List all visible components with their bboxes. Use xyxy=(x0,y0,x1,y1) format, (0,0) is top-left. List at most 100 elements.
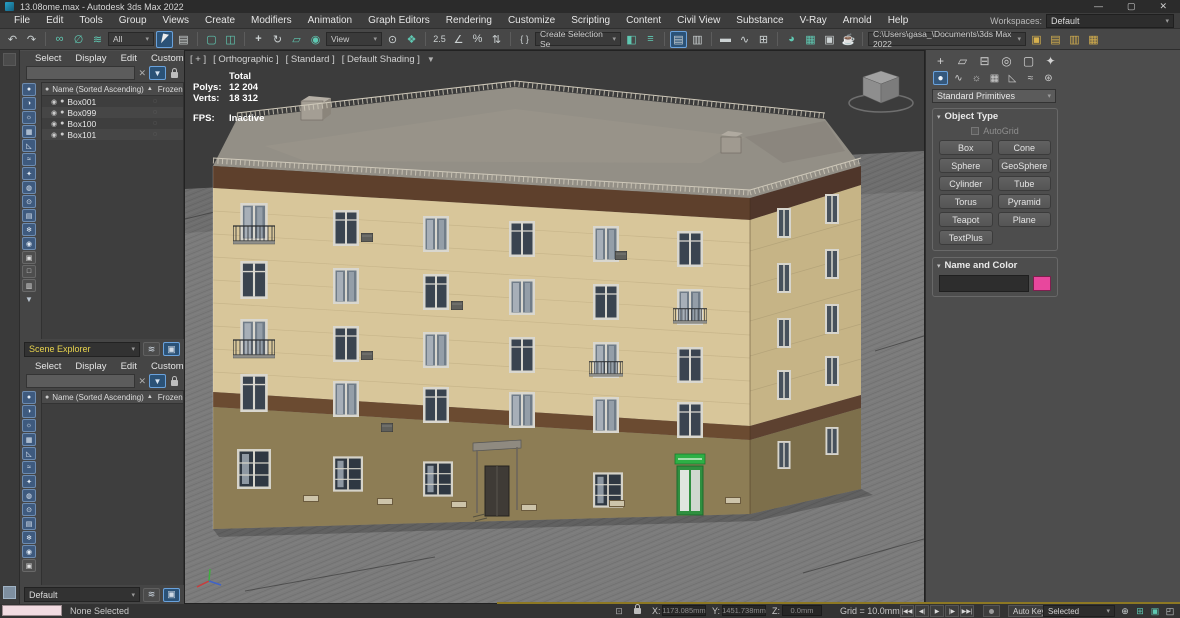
reference-coordinate-dropdown[interactable]: View ▾ xyxy=(326,32,382,46)
toggle-materials-icon[interactable]: □ xyxy=(22,265,36,278)
teapot-button[interactable]: Teapot xyxy=(939,212,993,227)
list-item[interactable]: ◉ ● Box100 ◌ xyxy=(42,118,183,129)
menu-group[interactable]: Group xyxy=(111,15,155,26)
rendered-frame-window-icon[interactable]: ▣ xyxy=(821,31,838,48)
frozen-column-header[interactable]: Frozen xyxy=(158,393,183,402)
explorer-pin-button[interactable]: ▣ xyxy=(163,587,180,602)
explorer-stack-icon[interactable]: ≋ xyxy=(143,342,160,356)
maxscript-mini-listener[interactable] xyxy=(2,605,62,616)
undo-icon[interactable]: ↶ xyxy=(4,31,21,48)
object-name[interactable]: Box001 xyxy=(67,97,96,107)
menu-substance[interactable]: Substance xyxy=(728,15,791,26)
tube-button[interactable]: Tube xyxy=(997,176,1051,191)
zoom-icon[interactable]: ⊕ xyxy=(1118,605,1132,617)
select-manipulate-icon[interactable]: ❖ xyxy=(403,31,420,48)
menu-file[interactable]: File xyxy=(6,15,38,26)
selection-lock-icon[interactable] xyxy=(630,604,644,617)
eye-icon[interactable]: ◉ xyxy=(51,120,57,128)
toggle-helpers-icon[interactable]: ◺ xyxy=(22,139,36,152)
menu-scripting[interactable]: Scripting xyxy=(563,15,618,26)
search-input[interactable] xyxy=(26,66,136,80)
dock-grip-icon[interactable] xyxy=(3,53,16,66)
textplus-button[interactable]: TextPlus xyxy=(939,230,993,245)
explorer-menu-edit[interactable]: Edit xyxy=(114,361,144,372)
category-shapes-icon[interactable]: ∿ xyxy=(951,71,966,85)
maximize-button[interactable]: ▢ xyxy=(1127,1,1136,12)
menu-customize[interactable]: Customize xyxy=(500,15,563,26)
toggle-lights-icon[interactable]: ☼ xyxy=(22,111,36,124)
maximize-viewport-toggle-icon[interactable]: ◰ xyxy=(1163,605,1177,617)
frozen-column-header[interactable]: Frozen xyxy=(158,85,183,94)
per-view-filter-icon[interactable]: ▼ xyxy=(427,55,435,64)
explorer-menu-select[interactable]: Select xyxy=(28,361,68,372)
viewport-menu-style[interactable]: [ Standard ] xyxy=(286,54,335,65)
project-folder-dropdown[interactable]: C:\Users\gasa_\Documents\3ds Max 2022 ▾ xyxy=(868,29,1026,49)
object-name-input[interactable] xyxy=(939,275,1029,292)
toggle-hidden-icon[interactable]: ◉ xyxy=(22,545,36,558)
explorer-menu-select[interactable]: Select xyxy=(28,53,68,64)
select-link-icon[interactable]: ∞ xyxy=(51,31,68,48)
explorer-menu-customize[interactable]: Customize xyxy=(144,361,184,372)
object-name[interactable]: Box101 xyxy=(67,130,96,140)
select-by-name-icon[interactable]: ▤ xyxy=(175,31,192,48)
toggle-frozen-icon[interactable]: ❄ xyxy=(22,223,36,236)
unlink-selection-icon[interactable]: ∅ xyxy=(70,31,87,48)
toggle-frozen-icon[interactable]: ❄ xyxy=(22,531,36,544)
list-item[interactable]: ◉ ● Box101 ◌ xyxy=(42,129,183,140)
select-place-icon[interactable]: ◉ xyxy=(307,31,324,48)
filter-button[interactable]: ▼ xyxy=(149,374,166,388)
list-item[interactable]: ◉ ● Box001 ◌ xyxy=(42,96,183,107)
filter-button[interactable]: ▼ xyxy=(149,66,166,80)
select-object-button[interactable] xyxy=(156,30,173,48)
selection-set-dropdown[interactable]: Selected ▾ xyxy=(1043,605,1115,617)
next-frame-button[interactable]: |▶ xyxy=(945,605,959,617)
frozen-state-icon[interactable]: ◌ xyxy=(153,98,157,105)
name-column-header[interactable]: Name (Sorted Ascending) xyxy=(52,85,144,94)
selection-filter-dropdown[interactable]: All ▾ xyxy=(108,32,154,46)
explorer-menu-edit[interactable]: Edit xyxy=(114,53,144,64)
schematic-view-icon[interactable]: ⊞ xyxy=(755,31,772,48)
frozen-state-icon[interactable]: ◌ xyxy=(153,120,157,127)
menu-modifiers[interactable]: Modifiers xyxy=(243,15,300,26)
render-preset-icon[interactable]: ▥ xyxy=(1066,31,1083,48)
toggle-geometry-icon[interactable]: ● xyxy=(22,391,36,404)
render-icon[interactable]: ☕ xyxy=(840,31,857,48)
box-button[interactable]: Box xyxy=(939,140,993,155)
z-coordinate-field[interactable]: 0.0mm xyxy=(782,605,822,616)
viewport-layout-tab-icon[interactable] xyxy=(3,586,16,599)
explorer-menu-display[interactable]: Display xyxy=(68,53,113,64)
toggle-containers-icon[interactable]: ⊙ xyxy=(22,503,36,516)
toggle-hidden-icon[interactable]: ◉ xyxy=(22,237,36,250)
toggle-cameras-icon[interactable]: ▦ xyxy=(22,125,36,138)
menu-help[interactable]: Help xyxy=(880,15,917,26)
viewport-menu-pov[interactable]: [ Orthographic ] xyxy=(213,54,278,65)
explorer-pin-button[interactable]: ▣ xyxy=(163,342,180,356)
bind-to-spacewarp-icon[interactable]: ≋ xyxy=(89,31,106,48)
render-iterative-icon[interactable]: ▤ xyxy=(1047,31,1064,48)
spinner-snap-icon[interactable]: ⇅ xyxy=(488,31,505,48)
y-coordinate-field[interactable]: 1451.738mm xyxy=(722,605,766,616)
menu-content[interactable]: Content xyxy=(618,15,669,26)
clear-search-icon[interactable]: ✕ xyxy=(138,376,146,387)
toggle-cameras-icon[interactable]: ▦ xyxy=(22,433,36,446)
previous-frame-button[interactable]: ◀| xyxy=(915,605,929,617)
window-crossing-icon[interactable]: ◫ xyxy=(222,31,239,48)
toggle-containers-icon[interactable]: ⊙ xyxy=(22,195,36,208)
autogrid-checkbox[interactable] xyxy=(971,127,980,135)
toggle-xref-icon[interactable]: ▣ xyxy=(22,559,36,572)
tab-utilities-icon[interactable]: ✦ xyxy=(1043,53,1058,68)
plane-button[interactable]: Plane xyxy=(997,212,1051,227)
render-production-icon[interactable]: ▣ xyxy=(1028,31,1045,48)
tab-hierarchy-icon[interactable]: ⊟ xyxy=(977,53,992,68)
use-pivot-center-icon[interactable]: ⊙ xyxy=(384,31,401,48)
menu-create[interactable]: Create xyxy=(197,15,243,26)
explorer-menu-customize[interactable]: Customize xyxy=(144,53,184,64)
toggle-bones-icon[interactable]: ◍ xyxy=(22,489,36,502)
render-setup-icon[interactable]: ▦ xyxy=(802,31,819,48)
go-to-end-button[interactable]: ▶▶| xyxy=(960,605,974,617)
pyramid-button[interactable]: Pyramid xyxy=(997,194,1051,209)
named-sets-dropdown[interactable]: Create Selection Se ▾ xyxy=(535,29,621,49)
workspaces-dropdown[interactable]: Default ▾ xyxy=(1046,13,1174,28)
lock-icon[interactable] xyxy=(171,375,178,386)
torus-button[interactable]: Torus xyxy=(939,194,993,209)
